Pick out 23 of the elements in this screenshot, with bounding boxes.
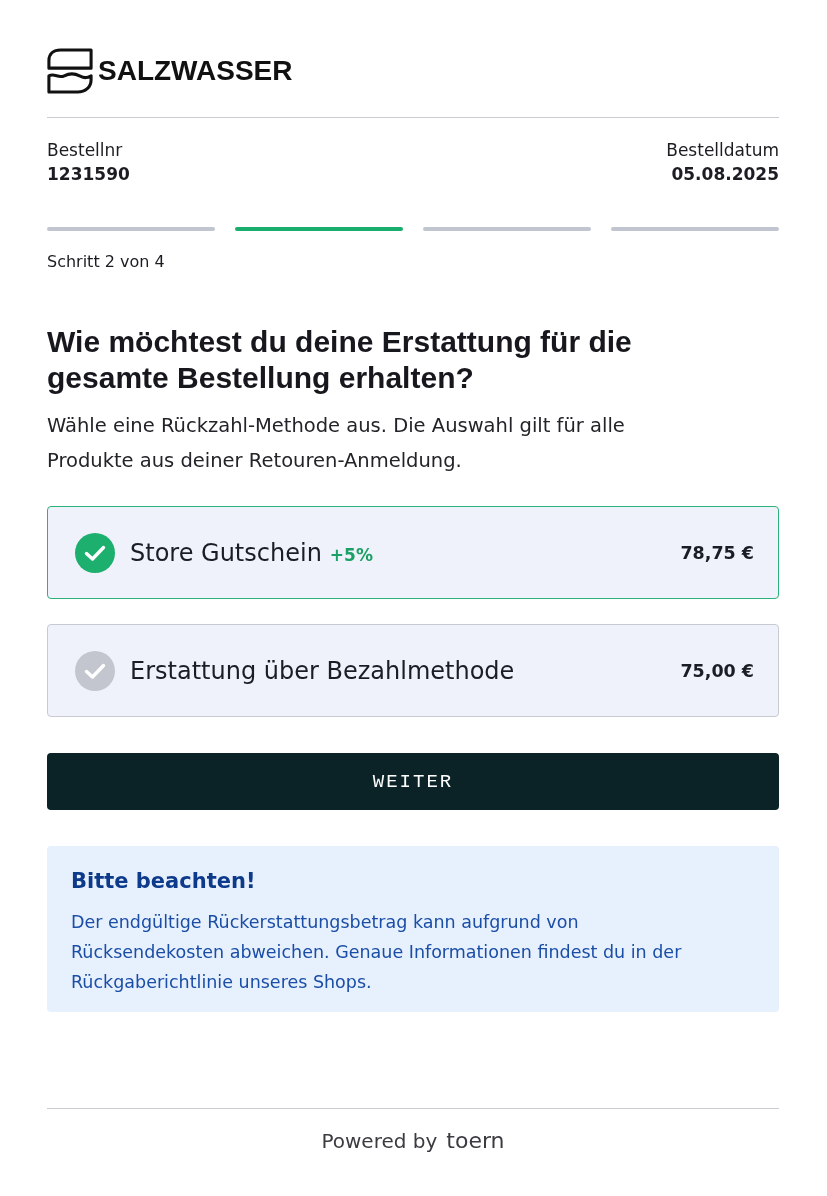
order-date: 05.08.2025 <box>671 163 779 186</box>
refund-option-card[interactable]: Erstattung über Bezahlmethode 75,00 € <box>47 624 779 717</box>
powered-by-text: Powered by <box>321 1129 438 1153</box>
option-label: Store Gutschein <box>130 537 322 569</box>
bonus-percentage: +5% <box>329 544 373 567</box>
notice-text: Der endgültige Rückerstattungsbetrag kann aufgrund von Rücksendekosten abweichen. Genaue Informationen findest du in der Rückgaberichtlinie unseres Shops. <box>71 911 683 994</box>
question-title: Wie möchtest du deine Erstattung für die gesamte Bestellung erhalten? <box>47 324 633 396</box>
check-circle-icon <box>75 532 115 573</box>
step-caption: Schritt 2 von 4 <box>47 251 165 273</box>
refund-option-card[interactable]: Store Gutschein +5% 78,75 € <box>47 506 779 599</box>
option-amount: 75,00 € <box>680 659 754 683</box>
wave-logo-icon <box>47 48 93 94</box>
notice-title: Bitte beachten! <box>71 868 257 895</box>
order-date-label: Bestelldatum <box>666 139 779 162</box>
provider-logo-text: toern <box>446 1129 505 1153</box>
order-number-label: Bestellnr <box>47 139 123 162</box>
continue-button[interactable]: WEITER <box>47 753 779 810</box>
brand-logo-text: SALZWASSER <box>98 54 293 88</box>
question-subtitle: Wähle eine Rückzahl-Methode aus. Die Auswahl gilt für alle Produkte aus deiner Retouren-Anmeldung. <box>47 413 626 474</box>
order-number: 1231590 <box>47 163 130 186</box>
option-amount: 78,75 € <box>680 541 754 565</box>
option-label: Erstattung über Bezahlmethode <box>130 655 515 687</box>
check-circle-icon <box>75 650 115 691</box>
